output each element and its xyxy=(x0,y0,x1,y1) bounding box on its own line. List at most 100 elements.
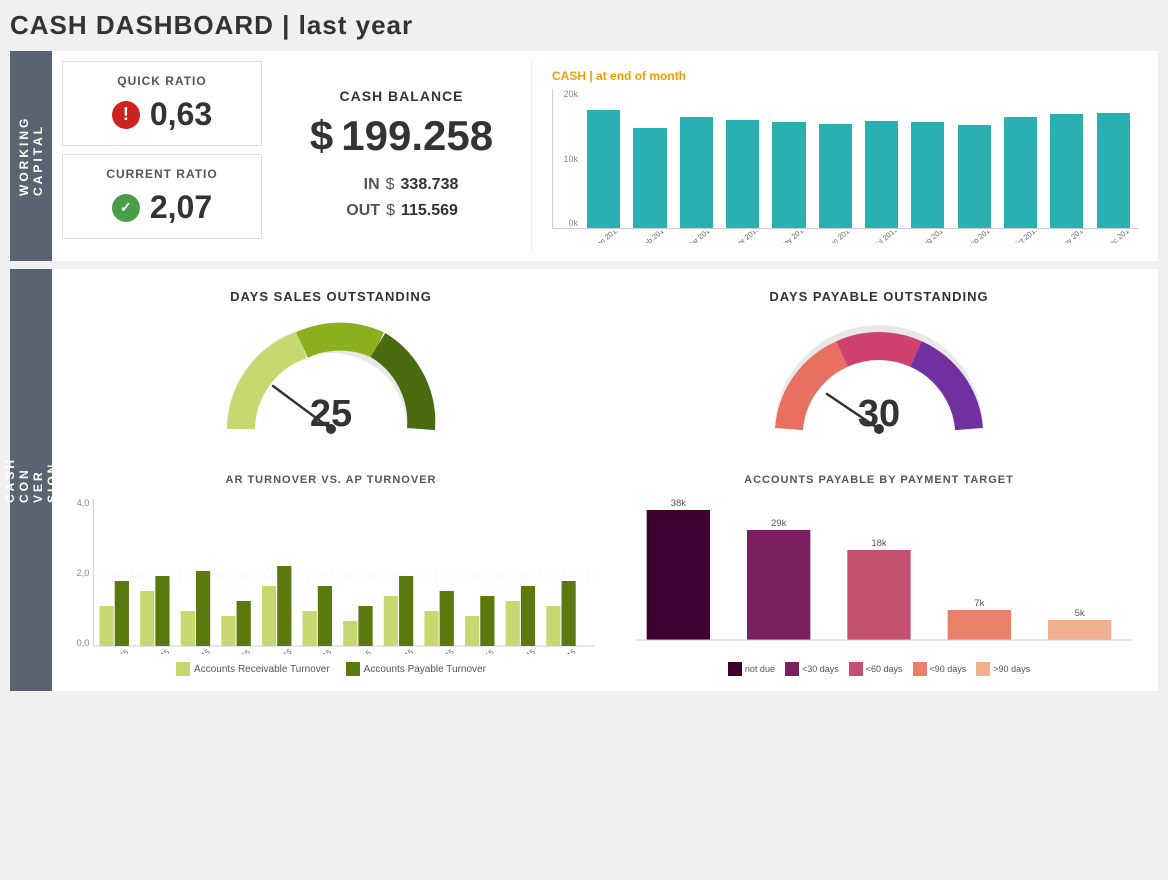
svg-text:Apr 2015: Apr 2015 xyxy=(222,648,251,654)
cash-bar xyxy=(954,89,995,228)
ar-ap-legend: Accounts Receivable Turnover Accounts Pa… xyxy=(67,662,595,676)
svg-text:Jan 2015: Jan 2015 xyxy=(100,648,130,654)
svg-text:Dec 2015: Dec 2015 xyxy=(547,647,578,654)
cash-bar xyxy=(583,89,624,228)
working-capital-label: WORKINGCAPITAL xyxy=(10,51,52,261)
cash-bar-chart-area: 20k 10k 0k xyxy=(552,89,1138,229)
days-sales-outstanding-section: DAYS SALES OUTSTANDING xyxy=(62,279,600,459)
svg-text:2,0: 2,0 xyxy=(77,568,90,578)
svg-text:4,0: 4,0 xyxy=(77,498,90,508)
ar-legend-color xyxy=(176,662,190,676)
svg-text:Jun 2015: Jun 2015 xyxy=(304,648,334,654)
svg-text:May 2015: May 2015 xyxy=(262,647,293,654)
quick-ratio-title: QUICK RATIO xyxy=(79,74,245,88)
svg-text:7k: 7k xyxy=(974,598,984,608)
ar-legend-label: Accounts Receivable Turnover xyxy=(194,664,330,675)
cash-bar-rect xyxy=(819,124,852,228)
dso-title: DAYS SALES OUTSTANDING xyxy=(230,289,432,304)
cash-bar-rect xyxy=(1004,117,1037,228)
cash-x-labels: Jan 2015Feb 2015Mar 2015Apr 2015May 2015… xyxy=(552,231,1138,243)
svg-text:25: 25 xyxy=(310,393,352,435)
quick-ratio-box: QUICK RATIO ! 0,63 xyxy=(62,61,262,146)
cash-bar xyxy=(1046,89,1087,228)
cash-bar-chart: 20k 10k 0k Jan 2015Feb 2015Mar 2015Apr 2… xyxy=(552,89,1138,243)
cash-bar xyxy=(676,89,717,228)
quick-ratio-value: 0,63 xyxy=(150,96,212,133)
svg-text:30: 30 xyxy=(858,393,900,435)
cash-bar-rect xyxy=(865,121,898,228)
cash-y-axis: 20k 10k 0k xyxy=(553,89,581,228)
ratio-column: QUICK RATIO ! 0,63 CURRENT RATIO ✓ 2,07 xyxy=(62,61,262,251)
cash-bar xyxy=(1093,89,1134,228)
cash-chart-title: CASH | at end of month xyxy=(552,69,1138,83)
svg-text:Jul 2015: Jul 2015 xyxy=(345,648,373,654)
cash-in-row: IN $ 338.738 xyxy=(292,176,511,194)
cash-conversion-section: CASHCONVERSION DAYS SALES OUTSTANDING xyxy=(10,269,1158,691)
svg-text:18k: 18k xyxy=(871,538,887,548)
ar-ap-chart-area: 4,0 2,0 0,0 xyxy=(67,494,595,654)
cash-conversion-content: DAYS SALES OUTSTANDING xyxy=(52,269,1158,691)
gauges-row: DAYS SALES OUTSTANDING xyxy=(62,279,1148,459)
30-days-color xyxy=(785,662,799,676)
cash-bar-rect xyxy=(726,120,759,228)
cash-bar-rect xyxy=(633,128,666,228)
quick-ratio-value-row: ! 0,63 xyxy=(79,96,245,133)
dpo-title: DAYS PAYABLE OUTSTANDING xyxy=(769,289,988,304)
cash-balance-value: 199.258 xyxy=(341,112,493,160)
svg-text:Sep 2015: Sep 2015 xyxy=(425,647,456,654)
cash-out-value: 115.569 xyxy=(401,202,458,220)
page-title: CASH DASHBOARD | last year xyxy=(10,10,1158,41)
cash-bar-rect xyxy=(1050,114,1083,228)
working-capital-section: WORKINGCAPITAL QUICK RATIO ! 0,63 CURREN… xyxy=(10,51,1158,261)
cash-in-label: IN xyxy=(345,176,380,194)
ap-legend-color xyxy=(346,662,360,676)
svg-text:Mar 2015: Mar 2015 xyxy=(181,647,211,654)
ap-legend-label: Accounts Payable Turnover xyxy=(364,664,486,675)
quick-ratio-icon: ! xyxy=(112,101,140,129)
svg-text:Oct 2015: Oct 2015 xyxy=(466,648,495,654)
current-ratio-icon: ✓ xyxy=(112,194,140,222)
ap-legend-60: <60 days xyxy=(849,662,903,676)
cash-out-currency: $ xyxy=(386,202,395,220)
ap-legend-30: <30 days xyxy=(785,662,839,676)
cash-bars-container xyxy=(583,89,1134,228)
svg-text:0,0: 0,0 xyxy=(77,638,90,648)
cash-bar xyxy=(768,89,809,228)
cash-out-row: OUT $ 115.569 xyxy=(292,202,511,220)
ap-legend-90plus: >90 days xyxy=(976,662,1030,676)
svg-text:Aug 2015: Aug 2015 xyxy=(384,647,415,654)
cash-bar-rect xyxy=(680,117,713,228)
cash-in-value: 338.738 xyxy=(401,176,459,194)
not-due-color xyxy=(728,662,742,676)
cash-bar-rect xyxy=(587,110,620,228)
current-ratio-title: CURRENT RATIO xyxy=(79,167,245,181)
legend-ar: Accounts Receivable Turnover xyxy=(176,662,330,676)
cash-bar-rect xyxy=(1097,113,1130,228)
cash-bar xyxy=(722,89,763,228)
svg-text:5k: 5k xyxy=(1075,608,1085,618)
cash-bar-rect xyxy=(911,122,944,228)
svg-text:29k: 29k xyxy=(771,518,787,528)
accounts-payable-section: ACCOUNTS PAYABLE BY PAYMENT TARGET 38k 2… xyxy=(610,469,1148,681)
svg-text:38k: 38k xyxy=(671,498,687,508)
main-layout: WORKINGCAPITAL QUICK RATIO ! 0,63 CURREN… xyxy=(10,51,1158,691)
cash-in-currency: $ xyxy=(386,176,395,194)
cash-balance-section: CASH BALANCE $ 199.258 IN $ 338.738 OUT … xyxy=(272,61,532,251)
cash-bar-rect xyxy=(772,122,805,228)
current-ratio-box: CURRENT RATIO ✓ 2,07 xyxy=(62,154,262,239)
ap-payment-chart-area: 38k 29k 18k 7k xyxy=(615,494,1143,654)
cash-bar-rect xyxy=(958,125,991,228)
cash-out-label: OUT xyxy=(345,202,380,220)
current-ratio-value-row: ✓ 2,07 xyxy=(79,189,245,226)
ap-legend-not-due: not due xyxy=(728,662,775,676)
bottom-charts-row: AR TURNOVER VS. AP TURNOVER 4,0 2,0 0,0 xyxy=(62,469,1148,681)
ap-payment-title: ACCOUNTS PAYABLE BY PAYMENT TARGET xyxy=(615,474,1143,486)
working-capital-content: QUICK RATIO ! 0,63 CURRENT RATIO ✓ 2,07 xyxy=(52,51,1158,261)
ar-ap-title: AR TURNOVER VS. AP TURNOVER xyxy=(67,474,595,486)
cash-balance-main: $ 199.258 xyxy=(292,112,511,160)
ap-legend-90: <90 days xyxy=(913,662,967,676)
cash-chart-section: CASH | at end of month 20k 10k 0k Jan 20… xyxy=(542,61,1148,251)
cash-bar xyxy=(1000,89,1041,228)
cash-balance-currency: $ xyxy=(310,112,333,160)
legend-ap: Accounts Payable Turnover xyxy=(346,662,486,676)
